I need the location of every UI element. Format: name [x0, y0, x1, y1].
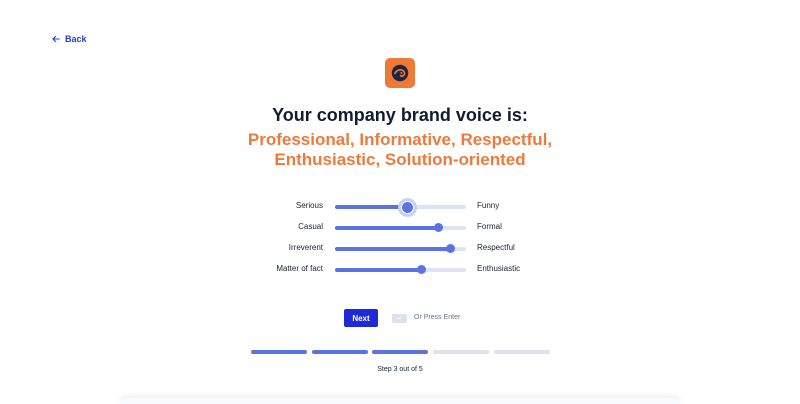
- slider-left-label: Casual: [298, 222, 323, 231]
- slider-track[interactable]: [335, 200, 466, 214]
- slider-left-label: Irreverent: [288, 243, 323, 252]
- brand-voice-line-2: Enthusiastic, Solution-oriented: [274, 150, 526, 169]
- slider-row-serious-funny: Serious Funny: [0, 197, 800, 217]
- slider-thumb[interactable]: [416, 265, 426, 274]
- arrow-left-icon: [52, 35, 60, 43]
- slider-left-label: Matter of fact: [276, 264, 323, 273]
- slider-thumb[interactable]: [433, 223, 443, 232]
- step-counter: Step 3 out of 5: [377, 366, 423, 373]
- slider-thumb[interactable]: [445, 244, 455, 253]
- slider-row-irreverent-respectful: Irreverent Respectful: [0, 239, 800, 259]
- slider-fill: [335, 205, 408, 209]
- progress-segment: [251, 350, 307, 354]
- slider-fill: [335, 247, 451, 251]
- slider-right-label: Enthusiastic: [477, 264, 521, 273]
- slider-thumb[interactable]: [400, 200, 414, 214]
- slider-fill: [335, 226, 439, 230]
- back-label: Back: [65, 34, 87, 44]
- bottom-panel-edge: [120, 398, 680, 404]
- step-progress-bar: [0, 350, 800, 354]
- slider-track[interactable]: [335, 223, 466, 232]
- enter-key-icon: ↵: [392, 314, 407, 323]
- slider-right-label: Respectful: [477, 243, 515, 252]
- brand-logo-icon: [385, 58, 415, 88]
- slider-track[interactable]: [335, 244, 466, 253]
- brand-voice-line-1: Professional, Informative, Respectful,: [247, 130, 553, 149]
- slider-right-label: Formal: [477, 222, 502, 231]
- progress-segment: [372, 350, 428, 354]
- slider-fill: [335, 268, 422, 272]
- slider-left-label: Serious: [295, 201, 323, 210]
- progress-segment: [312, 350, 368, 354]
- slider-row-casual-formal: Casual Formal: [0, 218, 800, 238]
- back-link[interactable]: Back: [52, 34, 87, 44]
- slider-row-matter-of-fact-enthusiastic: Matter of fact Enthusiastic: [0, 260, 800, 280]
- progress-segment: [494, 350, 550, 354]
- page-title: Your company brand voice is:: [272, 105, 528, 125]
- press-enter-hint: Or Press Enter: [414, 314, 461, 321]
- slider-track[interactable]: [335, 265, 466, 274]
- brand-voice-summary: Professional, Informative, Respectful, E…: [0, 130, 800, 170]
- progress-segment: [433, 350, 489, 354]
- next-button[interactable]: Next: [344, 309, 378, 327]
- slider-right-label: Funny: [477, 201, 500, 210]
